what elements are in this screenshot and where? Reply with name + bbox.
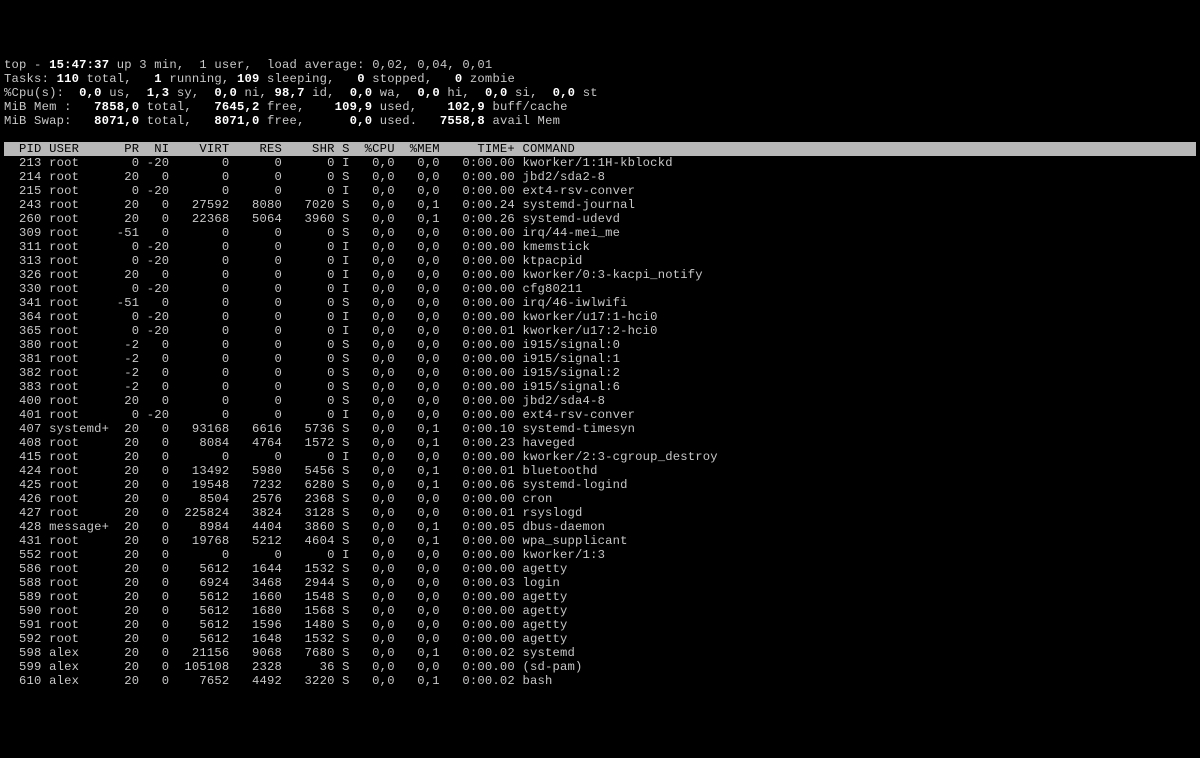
process-row[interactable]: 408 root 20 0 8084 4764 1572 S 0,0 0,1 0… bbox=[4, 436, 1196, 450]
l: total, bbox=[147, 100, 215, 114]
process-row[interactable]: 588 root 20 0 6924 3468 2944 S 0,0 0,0 0… bbox=[4, 576, 1196, 590]
process-row[interactable]: 311 root 0 -20 0 0 0 I 0,0 0,0 0:00.00 k… bbox=[4, 240, 1196, 254]
process-row[interactable]: 599 alex 20 0 105108 2328 36 S 0,0 0,0 0… bbox=[4, 660, 1196, 674]
v: 110 bbox=[49, 72, 87, 86]
v: 0,0 bbox=[485, 86, 515, 100]
process-row[interactable]: 401 root 0 -20 0 0 0 I 0,0 0,0 0:00.00 e… bbox=[4, 408, 1196, 422]
process-row[interactable]: 382 root -2 0 0 0 0 S 0,0 0,0 0:00.00 i9… bbox=[4, 366, 1196, 380]
process-row[interactable]: 330 root 0 -20 0 0 0 I 0,0 0,0 0:00.00 c… bbox=[4, 282, 1196, 296]
summary-uptime: top - 15:47:37 up 3 min, 1 user, load av… bbox=[4, 58, 1196, 72]
process-row[interactable]: 590 root 20 0 5612 1680 1568 S 0,0 0,0 0… bbox=[4, 604, 1196, 618]
process-row[interactable]: 243 root 20 0 27592 8080 7020 S 0,0 0,1 … bbox=[4, 198, 1196, 212]
rest: up 3 min, 1 user, load average: 0,02, 0,… bbox=[109, 58, 492, 72]
lbl: %Cpu(s): bbox=[4, 86, 79, 100]
process-row[interactable]: 431 root 20 0 19768 5212 4604 S 0,0 0,1 … bbox=[4, 534, 1196, 548]
v: 0 bbox=[455, 72, 470, 86]
process-row[interactable]: 383 root -2 0 0 0 0 S 0,0 0,0 0:00.00 i9… bbox=[4, 380, 1196, 394]
process-row[interactable]: 400 root 20 0 0 0 0 S 0,0 0,0 0:00.00 jb… bbox=[4, 394, 1196, 408]
process-row[interactable]: 591 root 20 0 5612 1596 1480 S 0,0 0,0 0… bbox=[4, 618, 1196, 632]
summary-swap: MiB Swap: 8071,0 total, 8071,0 free, 0,0… bbox=[4, 114, 1196, 128]
v: 1,3 bbox=[147, 86, 177, 100]
v: 0,0 bbox=[350, 86, 380, 100]
process-row[interactable]: 426 root 20 0 8504 2576 2368 S 0,0 0,0 0… bbox=[4, 492, 1196, 506]
l: st bbox=[583, 86, 598, 100]
process-row[interactable]: 415 root 20 0 0 0 0 I 0,0 0,0 0:00.00 kw… bbox=[4, 450, 1196, 464]
l: hi, bbox=[447, 86, 485, 100]
l: avail Mem bbox=[492, 114, 560, 128]
v: 0,0 bbox=[214, 86, 244, 100]
v: 109,9 bbox=[335, 100, 380, 114]
v: 0,0 bbox=[553, 86, 583, 100]
summary-cpu: %Cpu(s): 0,0 us, 1,3 sy, 0,0 ni, 98,7 id… bbox=[4, 86, 1196, 100]
v: 8071,0 bbox=[94, 114, 147, 128]
process-row[interactable]: 214 root 20 0 0 0 0 S 0,0 0,0 0:00.00 jb… bbox=[4, 170, 1196, 184]
v: 0,0 bbox=[79, 86, 109, 100]
process-row[interactable]: 381 root -2 0 0 0 0 S 0,0 0,0 0:00.00 i9… bbox=[4, 352, 1196, 366]
l: si, bbox=[515, 86, 553, 100]
v: 7645,2 bbox=[214, 100, 267, 114]
l: us, bbox=[109, 86, 147, 100]
summary-tasks: Tasks: 110 total, 1 running, 109 sleepin… bbox=[4, 72, 1196, 86]
top-output[interactable]: top - 15:47:37 up 3 min, 1 user, load av… bbox=[4, 58, 1196, 688]
v: 7858,0 bbox=[94, 100, 147, 114]
l: sy, bbox=[177, 86, 215, 100]
process-row[interactable]: 592 root 20 0 5612 1648 1532 S 0,0 0,0 0… bbox=[4, 632, 1196, 646]
process-row[interactable]: 589 root 20 0 5612 1660 1548 S 0,0 0,0 0… bbox=[4, 590, 1196, 604]
l: ni, bbox=[244, 86, 274, 100]
l: used, bbox=[380, 100, 448, 114]
l: wa, bbox=[380, 86, 418, 100]
l: total, bbox=[147, 114, 215, 128]
process-row[interactable]: 341 root -51 0 0 0 0 S 0,0 0,0 0:00.00 i… bbox=[4, 296, 1196, 310]
v: 8071,0 bbox=[214, 114, 267, 128]
lbl: Tasks: bbox=[4, 72, 49, 86]
process-row[interactable]: 598 alex 20 0 21156 9068 7680 S 0,0 0,1 … bbox=[4, 646, 1196, 660]
column-header[interactable]: PID USER PR NI VIRT RES SHR S %CPU %MEM … bbox=[4, 142, 1196, 156]
v: 102,9 bbox=[447, 100, 492, 114]
lbl: MiB Mem : bbox=[4, 100, 94, 114]
process-row[interactable]: 610 alex 20 0 7652 4492 3220 S 0,0 0,1 0… bbox=[4, 674, 1196, 688]
process-row[interactable]: 425 root 20 0 19548 7232 6280 S 0,0 0,1 … bbox=[4, 478, 1196, 492]
process-row[interactable]: 365 root 0 -20 0 0 0 I 0,0 0,0 0:00.01 k… bbox=[4, 324, 1196, 338]
lbl: MiB Swap: bbox=[4, 114, 94, 128]
process-row[interactable]: 215 root 0 -20 0 0 0 I 0,0 0,0 0:00.00 e… bbox=[4, 184, 1196, 198]
process-row[interactable]: 313 root 0 -20 0 0 0 I 0,0 0,0 0:00.00 k… bbox=[4, 254, 1196, 268]
v: 98,7 bbox=[275, 86, 313, 100]
l: running, bbox=[169, 72, 237, 86]
l: zombie bbox=[470, 72, 515, 86]
l: free, bbox=[267, 114, 350, 128]
process-row[interactable]: 428 message+ 20 0 8984 4404 3860 S 0,0 0… bbox=[4, 520, 1196, 534]
process-row[interactable]: 424 root 20 0 13492 5980 5456 S 0,0 0,1 … bbox=[4, 464, 1196, 478]
l: sleeping, bbox=[267, 72, 357, 86]
v: 7558,8 bbox=[440, 114, 493, 128]
summary-mem: MiB Mem : 7858,0 total, 7645,2 free, 109… bbox=[4, 100, 1196, 114]
v: 109 bbox=[237, 72, 267, 86]
l: total, bbox=[87, 72, 155, 86]
v: 0,0 bbox=[350, 114, 380, 128]
process-row[interactable]: 407 systemd+ 20 0 93168 6616 5736 S 0,0 … bbox=[4, 422, 1196, 436]
lbl: top - bbox=[4, 58, 49, 72]
process-row[interactable]: 552 root 20 0 0 0 0 I 0,0 0,0 0:00.00 kw… bbox=[4, 548, 1196, 562]
l: used. bbox=[380, 114, 440, 128]
v: 0,0 bbox=[417, 86, 447, 100]
v: 0 bbox=[357, 72, 372, 86]
process-row[interactable]: 364 root 0 -20 0 0 0 I 0,0 0,0 0:00.00 k… bbox=[4, 310, 1196, 324]
time: 15:47:37 bbox=[49, 58, 109, 72]
process-row[interactable]: 309 root -51 0 0 0 0 S 0,0 0,0 0:00.00 i… bbox=[4, 226, 1196, 240]
process-row[interactable]: 586 root 20 0 5612 1644 1532 S 0,0 0,0 0… bbox=[4, 562, 1196, 576]
process-row[interactable]: 326 root 20 0 0 0 0 I 0,0 0,0 0:00.00 kw… bbox=[4, 268, 1196, 282]
process-row[interactable]: 380 root -2 0 0 0 0 S 0,0 0,0 0:00.00 i9… bbox=[4, 338, 1196, 352]
l: stopped, bbox=[372, 72, 455, 86]
l: buff/cache bbox=[492, 100, 567, 114]
blank-line bbox=[4, 128, 1196, 142]
l: free, bbox=[267, 100, 335, 114]
process-row[interactable]: 427 root 20 0 225824 3824 3128 S 0,0 0,0… bbox=[4, 506, 1196, 520]
l: id, bbox=[312, 86, 350, 100]
process-row[interactable]: 260 root 20 0 22368 5064 3960 S 0,0 0,1 … bbox=[4, 212, 1196, 226]
process-row[interactable]: 213 root 0 -20 0 0 0 I 0,0 0,0 0:00.00 k… bbox=[4, 156, 1196, 170]
v: 1 bbox=[154, 72, 169, 86]
